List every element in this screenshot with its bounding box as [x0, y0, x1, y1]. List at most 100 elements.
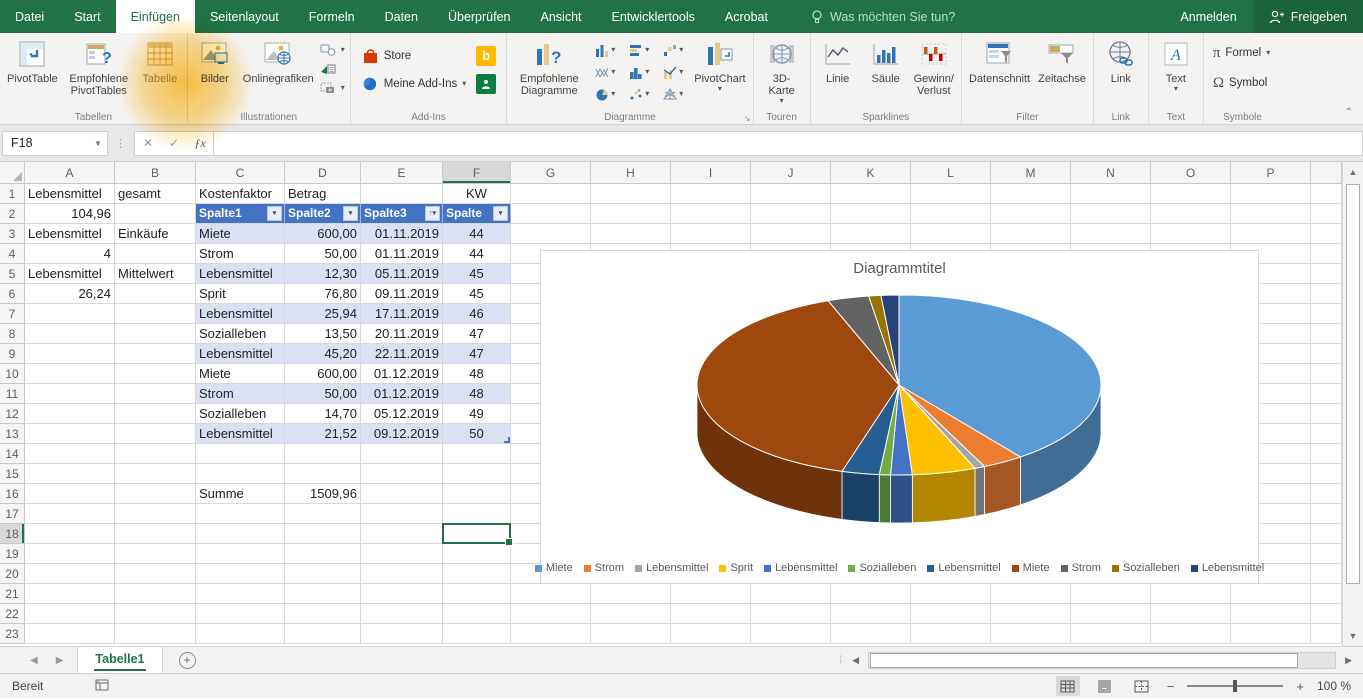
- sparkline-line-button[interactable]: Linie: [814, 36, 862, 108]
- cell-E19[interactable]: [361, 544, 443, 564]
- insert-waterfall-chart-button[interactable]: ▾: [656, 44, 690, 57]
- cell-C19[interactable]: [196, 544, 285, 564]
- cell-C3[interactable]: Miete: [196, 224, 285, 244]
- ribbon-tab-daten[interactable]: Daten: [370, 0, 433, 33]
- sheet-nav-right-icon[interactable]: ▶: [56, 655, 64, 666]
- cell-L3[interactable]: [911, 224, 991, 244]
- cell-A14[interactable]: [25, 444, 115, 464]
- legend-item-lebensmittel[interactable]: Lebensmittel: [1191, 562, 1264, 574]
- column-header-H[interactable]: H: [591, 162, 671, 184]
- pictures-button[interactable]: Bilder: [191, 36, 239, 108]
- row-header-3[interactable]: 3: [0, 224, 25, 244]
- cell-J21[interactable]: [751, 584, 831, 604]
- cell-F8[interactable]: 47: [443, 324, 511, 344]
- column-header-L[interactable]: L: [911, 162, 991, 184]
- my-addins-button[interactable]: Meine Add-Ins ▾: [362, 74, 467, 94]
- cell-A6[interactable]: 26,24: [25, 284, 115, 304]
- cell-E9[interactable]: 22.11.2019: [361, 344, 443, 364]
- cell-O23[interactable]: [1151, 624, 1231, 644]
- cell-D23[interactable]: [285, 624, 361, 644]
- column-header-J[interactable]: J: [751, 162, 831, 184]
- row-header-9[interactable]: 9: [0, 344, 25, 364]
- insert-function-icon[interactable]: ƒx: [187, 136, 213, 151]
- cell-B5[interactable]: Mittelwert: [115, 264, 196, 284]
- selected-cell-outline[interactable]: [442, 523, 511, 544]
- cell-M22[interactable]: [991, 604, 1071, 624]
- cell-C12[interactable]: Sozialleben: [196, 404, 285, 424]
- legend-item-miete[interactable]: Miete: [535, 562, 573, 574]
- cell-M1[interactable]: [991, 184, 1071, 204]
- scroll-down-icon[interactable]: ▼: [1343, 626, 1363, 646]
- scroll-right-icon[interactable]: ▶: [1340, 655, 1357, 666]
- cell-F9[interactable]: 47: [443, 344, 511, 364]
- column-header-F[interactable]: F: [443, 162, 511, 184]
- cell-F23[interactable]: [443, 624, 511, 644]
- legend-item-sprit[interactable]: Sprit: [719, 562, 753, 574]
- cell-O3[interactable]: [1151, 224, 1231, 244]
- cell-H1[interactable]: [591, 184, 671, 204]
- cell-H21[interactable]: [591, 584, 671, 604]
- cell-K1[interactable]: [831, 184, 911, 204]
- cell-C20[interactable]: [196, 564, 285, 584]
- screenshot-button[interactable]: ▾: [320, 79, 345, 98]
- cell-G23[interactable]: [511, 624, 591, 644]
- cell-F16[interactable]: [443, 484, 511, 504]
- ribbon-tab-ansicht[interactable]: Ansicht: [526, 0, 597, 33]
- sign-in-button[interactable]: Anmelden: [1164, 0, 1252, 33]
- cell-E11[interactable]: 01.12.2019: [361, 384, 443, 404]
- cell-D10[interactable]: 600,00: [285, 364, 361, 384]
- cell-E2[interactable]: Spalte3↑▾: [361, 204, 443, 224]
- cell-H2[interactable]: [591, 204, 671, 224]
- column-header-P[interactable]: P: [1231, 162, 1311, 184]
- cell-J2[interactable]: [751, 204, 831, 224]
- cell-K3[interactable]: [831, 224, 911, 244]
- cell-C15[interactable]: [196, 464, 285, 484]
- cell-F17[interactable]: [443, 504, 511, 524]
- ribbon-tab-überprüfen[interactable]: Überprüfen: [433, 0, 526, 33]
- recommended-charts-button[interactable]: ? Empfohlene Diagramme: [510, 36, 588, 108]
- cell-A20[interactable]: [25, 564, 115, 584]
- cell-C18[interactable]: [196, 524, 285, 544]
- cell-F7[interactable]: 46: [443, 304, 511, 324]
- cell-O1[interactable]: [1151, 184, 1231, 204]
- cell-E6[interactable]: 09.11.2019: [361, 284, 443, 304]
- cell-B4[interactable]: [115, 244, 196, 264]
- cell-P22[interactable]: [1231, 604, 1311, 624]
- cell-A9[interactable]: [25, 344, 115, 364]
- row-header-22[interactable]: 22: [0, 604, 25, 624]
- cell-N23[interactable]: [1071, 624, 1151, 644]
- table-resize-handle[interactable]: [504, 437, 510, 443]
- view-page-break-icon[interactable]: [1130, 676, 1154, 696]
- cell-P21[interactable]: [1231, 584, 1311, 604]
- cell-A19[interactable]: [25, 544, 115, 564]
- cell-D16[interactable]: 1509,96: [285, 484, 361, 504]
- cell-A8[interactable]: [25, 324, 115, 344]
- share-button[interactable]: Freigeben: [1253, 0, 1363, 33]
- cell-B16[interactable]: [115, 484, 196, 504]
- cell-F20[interactable]: [443, 564, 511, 584]
- insert-scatter-chart-button[interactable]: ▾: [622, 88, 656, 101]
- cell-C8[interactable]: Sozialleben: [196, 324, 285, 344]
- cell-B11[interactable]: [115, 384, 196, 404]
- row-header-4[interactable]: 4: [0, 244, 25, 264]
- pivottable-button[interactable]: PivotTable: [3, 36, 62, 108]
- cell-D5[interactable]: 12,30: [285, 264, 361, 284]
- filter-sort-dropdown-icon[interactable]: ↑▾: [425, 206, 440, 221]
- cell-D7[interactable]: 25,94: [285, 304, 361, 324]
- cell-D12[interactable]: 14,70: [285, 404, 361, 424]
- horizontal-scrollbar[interactable]: ⁞ ◀ ▶: [839, 647, 1363, 673]
- cell-M3[interactable]: [991, 224, 1071, 244]
- cell-D9[interactable]: 45,20: [285, 344, 361, 364]
- chart-legend[interactable]: MieteStromLebensmittelSpritLebensmittelS…: [541, 562, 1258, 574]
- cell-F11[interactable]: 48: [443, 384, 511, 404]
- ribbon-tab-acrobat[interactable]: Acrobat: [710, 0, 783, 33]
- cell-F12[interactable]: 49: [443, 404, 511, 424]
- cell-N3[interactable]: [1071, 224, 1151, 244]
- cell-D6[interactable]: 76,80: [285, 284, 361, 304]
- insert-column-chart-button[interactable]: ▾: [588, 44, 622, 57]
- cell-I2[interactable]: [671, 204, 751, 224]
- cell-E22[interactable]: [361, 604, 443, 624]
- cell-A13[interactable]: [25, 424, 115, 444]
- shapes-button[interactable]: ▾: [320, 40, 345, 59]
- cell-B9[interactable]: [115, 344, 196, 364]
